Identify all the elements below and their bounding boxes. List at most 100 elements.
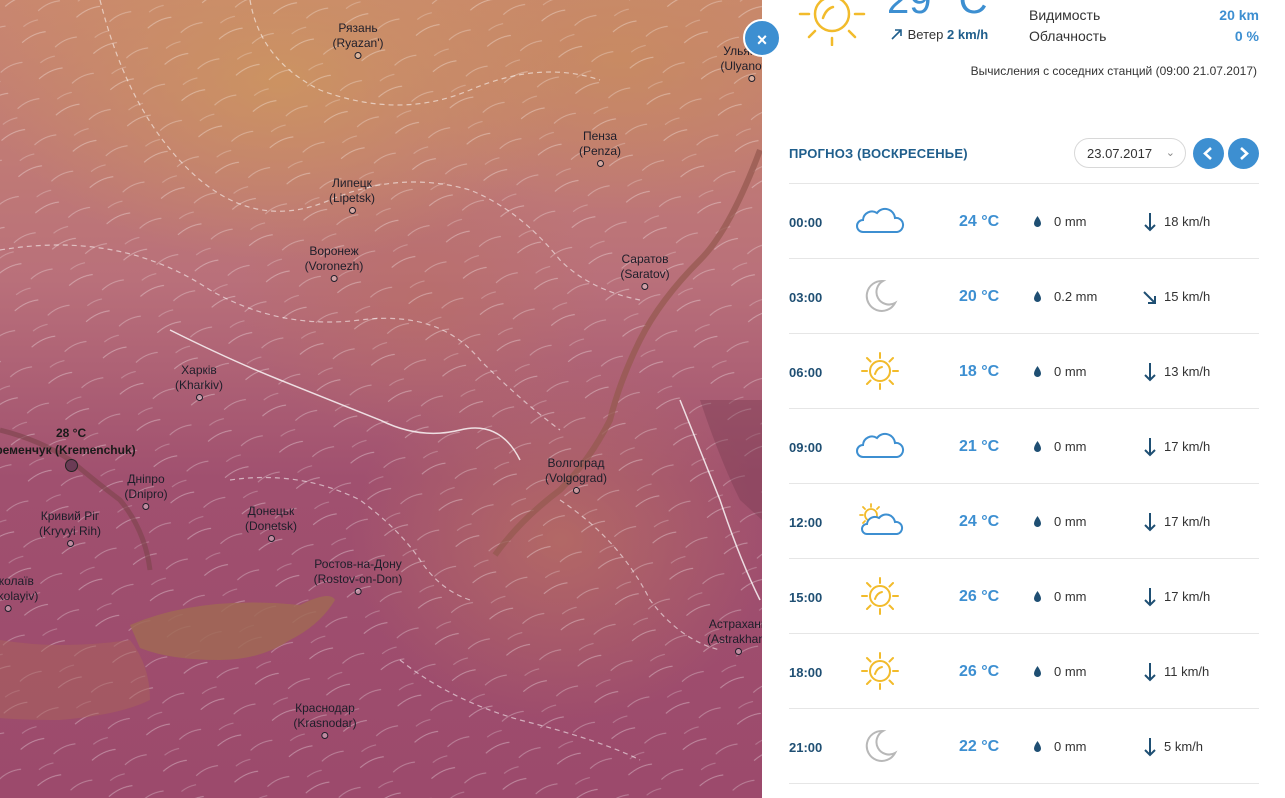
city-dot: [4, 605, 12, 612]
forecast-precipitation: 0 mm: [1054, 364, 1087, 379]
city-dot: [321, 732, 329, 739]
forecast-temperature: 21 °C: [959, 438, 1000, 455]
forecast-row: 00:00 24 °C 0 mm 18 km/h: [789, 183, 1259, 258]
next-day-button[interactable]: [1228, 138, 1259, 169]
drop-icon: [1034, 591, 1041, 602]
forecast-time: 12:00: [789, 515, 823, 530]
forecast-row: 03:00 20 °C 0.2 mm 15 km/h: [789, 258, 1259, 333]
cloud-icon: [855, 198, 905, 244]
moon-icon: [855, 273, 905, 319]
forecast-temperature: 18 °C: [959, 363, 1000, 380]
city-dot: [267, 535, 275, 542]
city-dot: [572, 487, 580, 494]
city-rostov[interactable]: Ростов-на-Дону (Rostov-on-Don): [314, 557, 402, 595]
forecast-list: 00:00 24 °C 0 mm 18 km/h 03:00 20 °C 0.2…: [789, 183, 1259, 784]
weather-panel: 29 °C Ветер 2 km/h Видимость 20 km Облач…: [762, 0, 1285, 798]
drop-icon: [1034, 666, 1041, 677]
city-mykolayiv[interactable]: Миколаїв (Mykolayiv): [0, 574, 38, 612]
city-dot: [748, 75, 756, 82]
city-dot: [354, 52, 362, 59]
drop-icon: [1034, 516, 1041, 527]
forecast-wind: 13 km/h: [1164, 364, 1211, 379]
cloud-icon: [855, 423, 905, 469]
forecast-wind: 15 km/h: [1164, 289, 1211, 304]
forecast-temperature: 24 °C: [959, 213, 1000, 230]
forecast-precipitation: 0 mm: [1054, 439, 1087, 454]
city-dot: [734, 648, 742, 655]
forecast-temperature: 22 °C: [959, 738, 1000, 755]
forecast-wind: 17 km/h: [1164, 439, 1211, 454]
city-ryazan[interactable]: Рязань (Ryazan'): [333, 21, 383, 59]
chevron-right-icon: [1240, 147, 1249, 160]
forecast-wind: 11 km/h: [1164, 664, 1210, 679]
city-astrakhan[interactable]: Астрахань (Astrakhan): [707, 617, 762, 655]
city-saratov[interactable]: Саратов (Saratov): [620, 252, 670, 290]
wind-arrow-icon: [1144, 363, 1156, 382]
wind-label: Ветер: [907, 27, 944, 42]
chevron-left-icon: [1203, 147, 1212, 160]
drop-icon: [1034, 741, 1041, 752]
drop-icon: [1034, 216, 1041, 227]
drop-icon: [1034, 291, 1041, 302]
city-dot: [195, 394, 203, 401]
current-temperature: 29 °C: [887, 0, 988, 22]
stat-label: Облачность: [1029, 28, 1107, 44]
city-krasnodar[interactable]: Краснодар (Krasnodar): [293, 701, 357, 739]
stat-value: 0 %: [1234, 28, 1259, 44]
forecast-row: 15:00 26 °C 0 mm 17 km/h: [789, 558, 1259, 633]
city-dot: [354, 588, 362, 595]
sun-icon: [798, 0, 866, 46]
forecast-precipitation: 0 mm: [1054, 664, 1087, 679]
city-lipetsk[interactable]: Липецк (Lipetsk): [329, 176, 375, 214]
station-marker[interactable]: [65, 459, 78, 472]
forecast-precipitation: 0 mm: [1054, 589, 1087, 604]
forecast-time: 00:00: [789, 215, 823, 230]
forecast-precipitation: 0.2 mm: [1054, 289, 1098, 304]
forecast-wind: 17 km/h: [1164, 589, 1211, 604]
city-volgograd[interactable]: Волгоград (Volgograd): [545, 456, 607, 494]
city-kharkiv[interactable]: Харків (Kharkiv): [175, 363, 223, 401]
wind-arrow-icon: [1143, 291, 1156, 304]
sun-icon: [855, 648, 905, 694]
marker-station-name[interactable]: Кременчук (Kremenchuk): [0, 443, 136, 457]
forecast-time: 09:00: [789, 440, 823, 455]
forecast-time: 18:00: [789, 665, 823, 680]
map-overlay: [0, 0, 762, 798]
city-dnipro[interactable]: Дніпро (Dnipro): [124, 472, 168, 510]
forecast-title: ПРОГНОЗ (ВОСКРЕСЕНЬЕ): [789, 146, 968, 161]
wind-arrow-icon: [1144, 663, 1156, 682]
forecast-wind: 18 km/h: [1164, 214, 1211, 229]
forecast-row: 21:00 22 °C 0 mm 5 km/h: [789, 708, 1259, 784]
forecast-wind: 17 km/h: [1164, 514, 1211, 529]
close-button[interactable]: ×: [743, 19, 781, 57]
forecast-date-select[interactable]: 23.07.2017 ⌄: [1074, 138, 1186, 168]
city-donetsk[interactable]: Донецьк (Donetsk): [245, 504, 297, 542]
stat-label: Видимость: [1029, 7, 1101, 23]
prev-day-button[interactable]: [1193, 138, 1224, 169]
marker-temperature: 28 °C: [56, 426, 87, 440]
forecast-temperature: 24 °C: [959, 513, 1000, 530]
forecast-time: 03:00: [789, 290, 823, 305]
forecast-temperature: 26 °C: [959, 663, 1000, 680]
forecast-precipitation: 0 mm: [1054, 739, 1087, 754]
weather-map[interactable]: Рязань (Ryazan') Ульяновск (Ulyanovsk) П…: [0, 0, 762, 798]
stat-value: 20 km: [1219, 7, 1259, 23]
wind-arrow-icon: [1144, 588, 1156, 607]
city-voronezh[interactable]: Воронеж (Voronezh): [305, 244, 363, 282]
sun-icon: [855, 348, 905, 394]
current-wind: Ветер 2 km/h: [890, 27, 988, 42]
forecast-time: 21:00: [789, 740, 823, 755]
wind-arrow-icon: [1144, 738, 1156, 757]
forecast-precipitation: 0 mm: [1054, 214, 1087, 229]
wind-arrow-icon: [1144, 213, 1156, 232]
forecast-temperature: 20 °C: [959, 288, 1000, 305]
wind-arrow-icon: [1144, 513, 1156, 532]
stat-visibility: Видимость 20 km: [1029, 7, 1259, 23]
wind-direction-icon: [891, 29, 902, 40]
city-penza[interactable]: Пенза (Penza): [579, 129, 621, 167]
city-kryvyi-rih[interactable]: Кривий Ріг (Kryvyi Rih): [39, 509, 101, 547]
forecast-row: 09:00 21 °C 0 mm 17 km/h: [789, 408, 1259, 483]
forecast-date: 23.07.2017: [1087, 146, 1153, 161]
drop-icon: [1034, 366, 1041, 377]
forecast-wind: 5 km/h: [1164, 739, 1204, 754]
